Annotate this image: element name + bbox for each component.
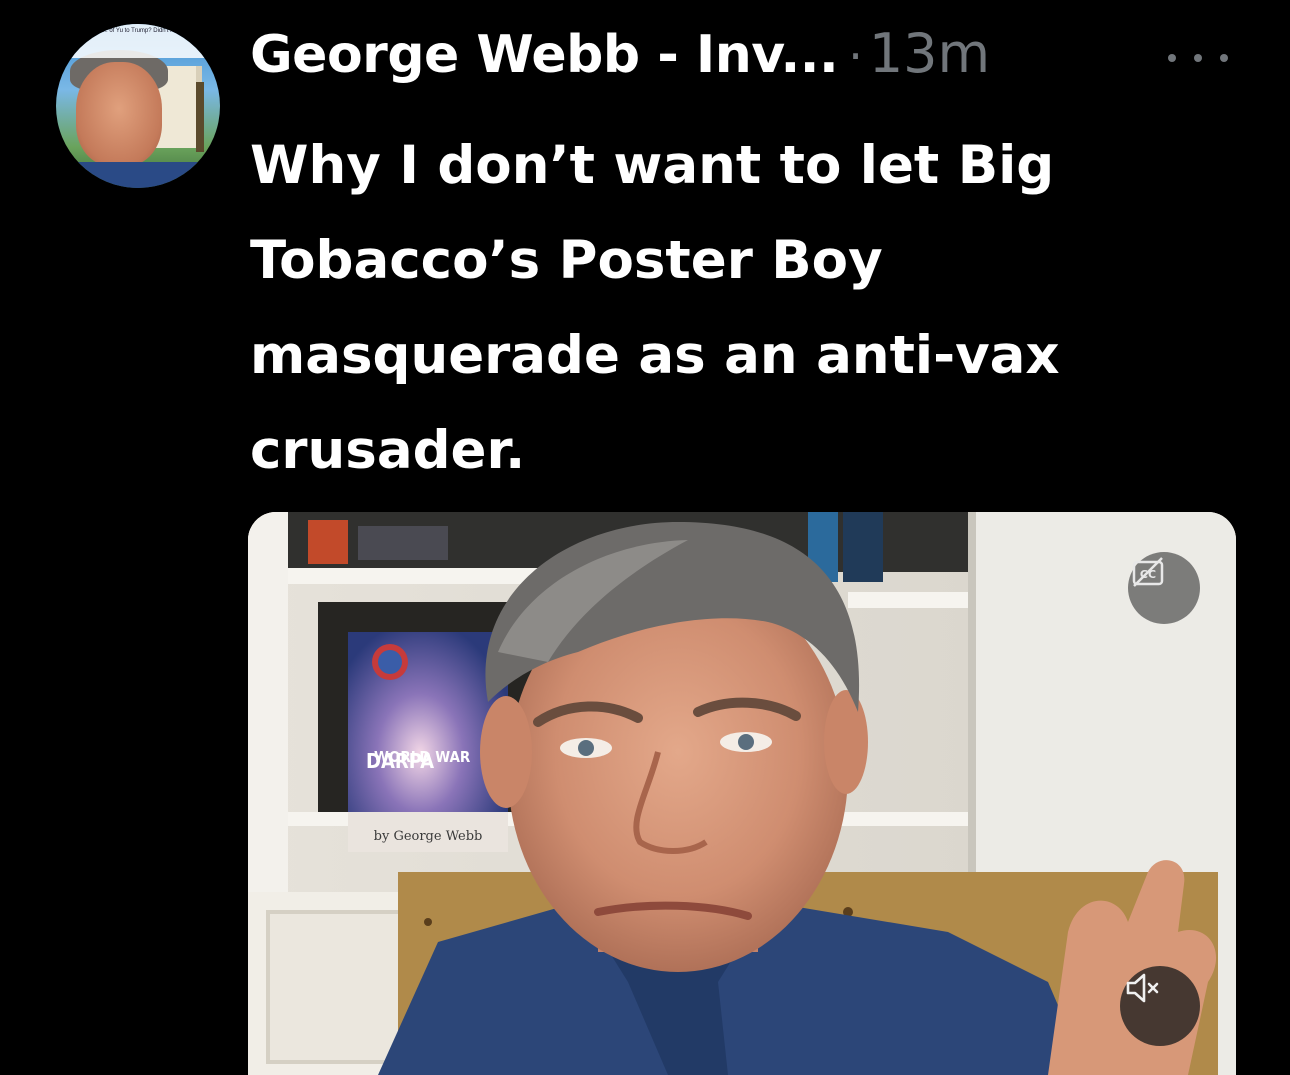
header-separator: · (848, 29, 863, 83)
tweet[interactable]: ...ative Journalist ... of Yu to Trump? … (0, 0, 1290, 1075)
mute-button[interactable] (1120, 966, 1200, 1046)
author-avatar[interactable]: ...ative Journalist ... of Yu to Trump? … (56, 24, 220, 188)
video-frame: WORLD WAR DARPA by George Webb (248, 512, 1236, 1075)
book-title: DARPA (366, 749, 434, 773)
avatar-face (76, 62, 162, 166)
tweet-timestamp[interactable]: 13m (869, 22, 990, 85)
closed-captions-off-icon: CC (1132, 557, 1164, 587)
author-display-name[interactable]: George Webb - Inv... (250, 25, 839, 85)
video-player[interactable]: WORLD WAR DARPA by George Webb CC (248, 512, 1236, 1075)
tweet-text: Why I don’t want to let Big Tobacco’s Po… (250, 135, 1060, 481)
volume-muted-icon (1126, 973, 1159, 1003)
captions-button[interactable]: CC (1128, 552, 1200, 624)
tweet-header: George Webb - Inv... · 13m (250, 22, 990, 92)
avatar-background-palm (196, 82, 204, 152)
avatar-caption-strip: ...ative Journalist ... of Yu to Trump? … (56, 24, 220, 58)
book-author: by George Webb (374, 829, 483, 844)
avatar-caption-text: ...ative Journalist ... of Yu to Trump? … (56, 28, 220, 34)
more-horizontal-icon[interactable] (1168, 48, 1228, 68)
avatar-shirt (56, 162, 220, 188)
